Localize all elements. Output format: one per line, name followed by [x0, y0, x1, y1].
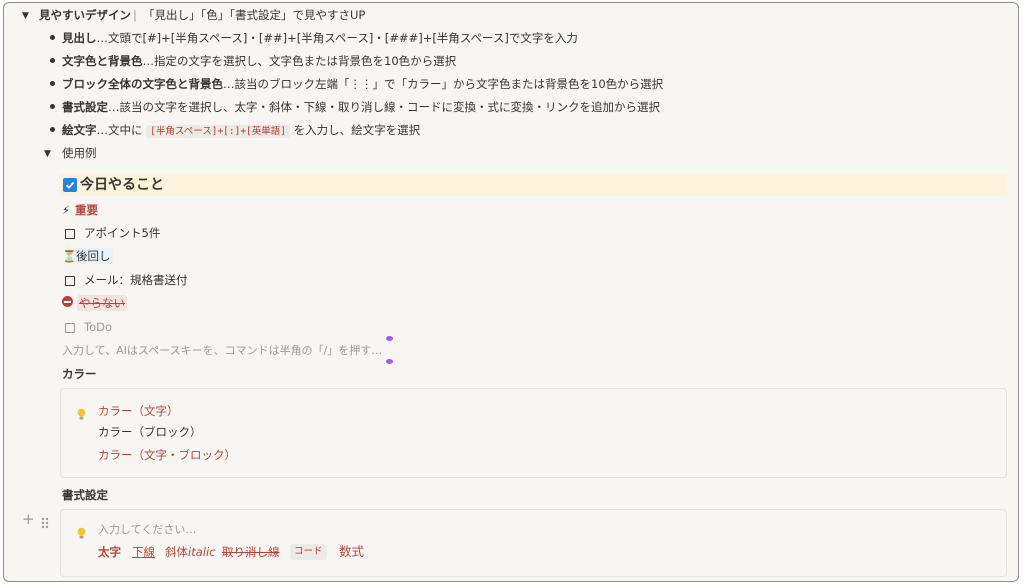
cursor-marker-icon	[386, 336, 393, 341]
todo-item-text[interactable]: メール：規格書送付	[84, 272, 188, 288]
bullet-text: …文頭で[#]+[半角スペース]・[##]+[半角スペース]・[###]+[半角…	[96, 31, 578, 45]
bullet-dot	[50, 58, 55, 63]
section-label-later: 後回し	[74, 248, 113, 264]
color-callout[interactable]	[60, 388, 1007, 478]
bullet-label: 絵文字	[62, 123, 97, 137]
check-icon	[65, 181, 75, 189]
checkbox-checked[interactable]	[63, 178, 77, 192]
checkbox[interactable]	[65, 229, 75, 239]
bullet-text: …該当の文字を選択し、太字・斜体・下線・取り消し線・コードに変換・式に変換・リン…	[108, 100, 660, 114]
list-item[interactable]: 見出し…文頭で[#]+[半角スペース]・[##]+[半角スペース]・[###]+…	[62, 30, 578, 46]
format-italic-sample: 斜体italic	[165, 545, 216, 559]
lightbulb-icon	[77, 525, 86, 544]
bullet-text: …指定の文字を選択し、文字色または背景色を10色から選択	[142, 54, 457, 68]
inline-code: [半角スペース]+[:]+[英単語]	[146, 125, 290, 138]
bullet-dot	[50, 127, 55, 132]
notion-page: ▼ 見やすいデザイン | 「見出し」「色」「書式設定」で見やすさUP 見出し…文…	[3, 2, 1019, 582]
todo-heading-block[interactable]	[59, 174, 1007, 196]
toggle-separator: |	[133, 8, 137, 22]
toggle-subtitle: 「見出し」「色」「書式設定」で見やすさUP	[143, 8, 366, 22]
format-callout[interactable]	[60, 509, 1007, 577]
format-strike-sample: 取り消し線	[222, 545, 280, 559]
list-item[interactable]: 書式設定…該当の文字を選択し、太字・斜体・下線・取り消し線・コードに変換・式に変…	[62, 99, 660, 115]
todo-item-text[interactable]: アポイント5件	[84, 225, 160, 241]
bullet-text: …文中に	[96, 123, 143, 137]
callout-line-text-block-color: カラー（文字・ブロック）	[98, 448, 236, 462]
drag-handle-icon[interactable]	[41, 514, 49, 533]
bullet-text: …該当のブロック左端「⋮⋮」で「カラー」から文字色または背景色を10色から選択	[223, 77, 664, 91]
list-item[interactable]: ブロック全体の文字色と背景色…該当のブロック左端「⋮⋮」で「カラー」から文字色ま…	[62, 76, 663, 92]
format-math-sample: 数式	[339, 544, 365, 559]
toggle-arrow-icon[interactable]: ▼	[22, 11, 29, 21]
section-label-dont: やらない	[77, 295, 127, 311]
section-heading-color: カラー	[62, 367, 97, 381]
list-item[interactable]: 文字色と背景色…指定の文字を選択し、文字色または背景色を10色から選択	[62, 53, 456, 69]
section-label-important: 重要	[75, 203, 98, 217]
block-input-placeholder[interactable]: 入力して、AIはスペースキーを、コマンドは半角の「/」を押す…	[62, 343, 382, 359]
todo-heading-text: 今日やること	[80, 177, 164, 193]
callout-line-block-color: カラー（ブロック）	[98, 425, 202, 439]
no-entry-icon	[62, 296, 73, 307]
checkbox[interactable]	[65, 276, 75, 286]
format-underline-sample: 下線	[132, 545, 155, 559]
format-code-sample: コード	[290, 544, 327, 560]
bullet-dot	[50, 104, 55, 109]
todo-item-text[interactable]: ToDo	[84, 319, 112, 335]
cursor-marker-icon	[386, 359, 393, 364]
format-bold-sample: 太字	[98, 545, 121, 559]
section-heading-format: 書式設定	[62, 488, 108, 502]
bullet-label: 書式設定	[62, 100, 108, 114]
callout-input-placeholder[interactable]: 入力してください…	[98, 522, 196, 538]
add-block-plus-icon[interactable]: +	[22, 511, 35, 527]
toggle-title: 見やすいデザイン	[39, 8, 131, 22]
bullet-label: 見出し	[62, 31, 97, 45]
lightning-icon: ⚡	[62, 203, 71, 217]
bullet-dot	[50, 81, 55, 86]
example-toggle-label[interactable]: 使用例	[62, 145, 97, 161]
lightbulb-icon	[77, 406, 86, 425]
bullet-dot	[50, 35, 55, 40]
callout-line-text-color: カラー（文字）	[98, 404, 179, 418]
bullet-text: を入力し、絵文字を選択	[293, 123, 421, 137]
toggle-arrow-icon[interactable]: ▼	[44, 149, 51, 159]
list-item[interactable]: 絵文字…文中に [半角スペース]+[:]+[英単語] を入力し、絵文字を選択	[62, 122, 420, 140]
checkbox[interactable]	[65, 323, 75, 333]
bullet-label: ブロック全体の文字色と背景色	[62, 77, 223, 91]
bullet-label: 文字色と背景色	[62, 54, 143, 68]
